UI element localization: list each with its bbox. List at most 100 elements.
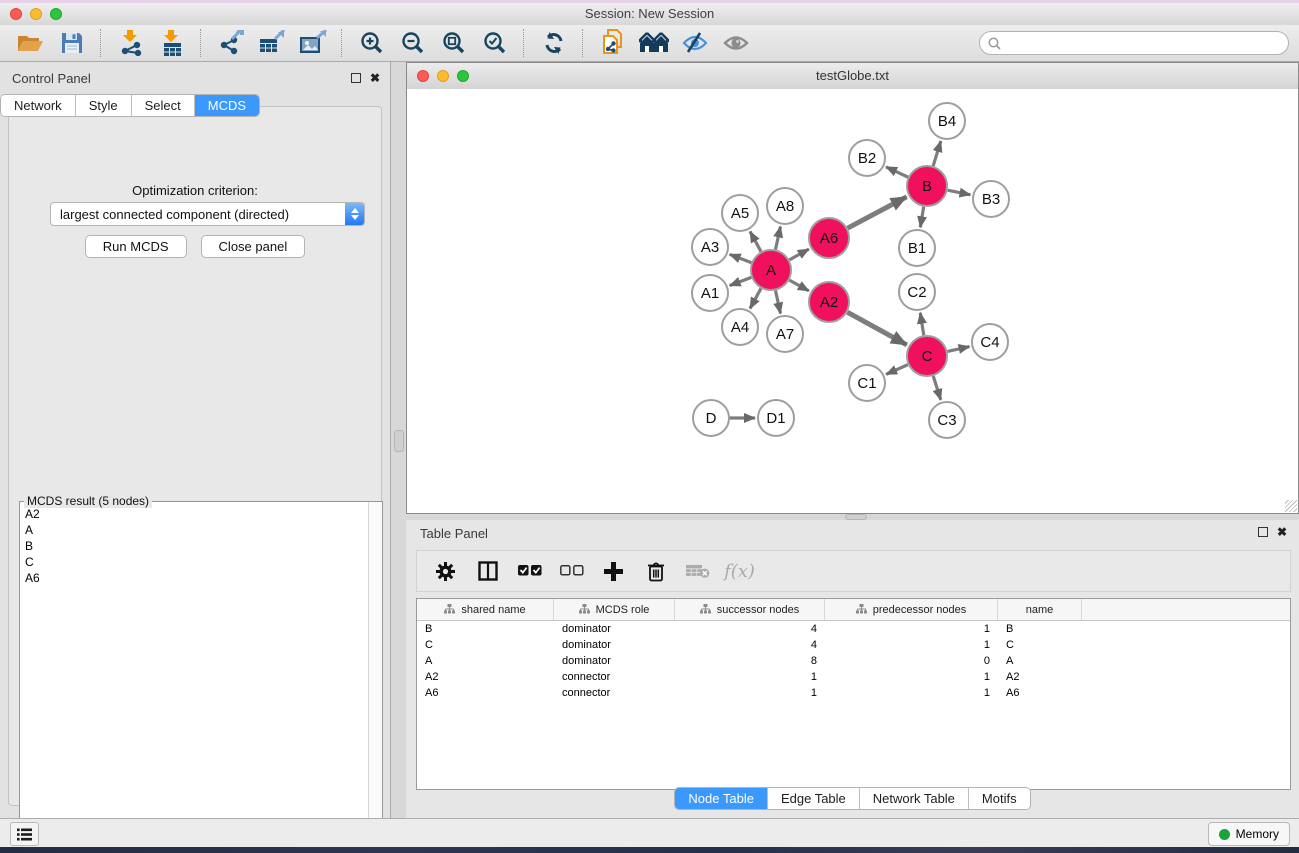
graph-edge-A-A6[interactable] (789, 249, 808, 260)
task-history-button[interactable] (10, 822, 39, 846)
network-canvas[interactable]: A A1 A2 A3 A4 A5 A6 A7 A8 B B1 B2 B3 B4 C C1 C2 C3 C4 D D1 (407, 89, 1298, 513)
graph-node-C3[interactable]: C3 (929, 402, 965, 438)
graph-node-C2[interactable]: C2 (899, 274, 935, 310)
save-session-button[interactable] (51, 27, 92, 59)
select-all-button[interactable] (513, 556, 546, 586)
mcds-result-item[interactable]: C (21, 554, 368, 570)
column-header-MCDS-role[interactable]: MCDS role (554, 599, 675, 620)
tab-network-table[interactable]: Network Table (860, 788, 969, 809)
column-header-successor-nodes[interactable]: successor nodes (675, 599, 825, 620)
result-scrollbar[interactable] (368, 502, 382, 839)
float-table-panel-icon[interactable] (1258, 527, 1268, 537)
graph-edge-A-A8[interactable] (775, 227, 780, 250)
search-field[interactable] (979, 31, 1289, 55)
network-window-titlebar[interactable]: testGlobe.txt (407, 63, 1298, 90)
graph-edge-B-B3[interactable] (948, 190, 971, 195)
zoom-fit-button[interactable] (433, 27, 474, 59)
hide-selected-button[interactable] (674, 27, 715, 59)
zoom-out-button[interactable] (392, 27, 433, 59)
table-settings-button[interactable] (429, 556, 462, 586)
graph-node-A2[interactable]: A2 (809, 282, 849, 322)
graph-edge-C-C1[interactable] (886, 365, 908, 375)
graph-edge-B-B2[interactable] (886, 167, 908, 177)
graph-edge-C-C4[interactable] (947, 347, 969, 352)
column-header-predecessor-nodes[interactable]: predecessor nodes (825, 599, 998, 620)
tab-style[interactable]: Style (76, 95, 132, 116)
table-row[interactable]: Adominator80A (417, 653, 1290, 669)
show-all-button[interactable] (715, 27, 756, 59)
table-row[interactable]: Bdominator41B (417, 621, 1290, 637)
graph-edge-A-A2[interactable] (789, 280, 808, 291)
table-row[interactable]: A6connector11A6 (417, 685, 1290, 701)
optimization-criterion-select[interactable]: largest connected component (directed) (50, 202, 365, 226)
close-panel-button[interactable]: Close panel (201, 235, 306, 258)
graph-edge-A2-C[interactable] (847, 312, 906, 345)
graph-node-A3[interactable]: A3 (692, 229, 728, 265)
graph-node-C[interactable]: C (907, 336, 947, 376)
vertical-splitter-handle[interactable] (394, 430, 404, 452)
graph-node-A6[interactable]: A6 (809, 218, 849, 258)
graph-node-A5[interactable]: A5 (722, 195, 758, 231)
graph-edge-B-B1[interactable] (920, 207, 923, 228)
graph-node-C4[interactable]: C4 (972, 324, 1008, 360)
graph-node-D[interactable]: D (693, 400, 729, 436)
tab-select[interactable]: Select (132, 95, 195, 116)
graph-edge-A-A1[interactable] (730, 277, 752, 285)
show-column-button[interactable] (471, 556, 504, 586)
graph-edge-B-B4[interactable] (933, 141, 941, 166)
memory-button[interactable]: Memory (1208, 822, 1290, 846)
tab-edge-table[interactable]: Edge Table (768, 788, 860, 809)
search-input[interactable] (1006, 35, 1280, 51)
mcds-result-item[interactable]: A6 (21, 570, 368, 586)
unselect-all-button[interactable] (555, 556, 588, 586)
export-network-button[interactable] (210, 27, 251, 59)
mcds-result-item[interactable]: A (21, 522, 368, 538)
graph-node-A4[interactable]: A4 (722, 309, 758, 345)
graph-edge-C-C2[interactable] (920, 313, 924, 336)
refresh-button[interactable] (533, 27, 574, 59)
import-table-button[interactable] (151, 27, 192, 59)
export-image-button[interactable] (292, 27, 333, 59)
column-header-shared-name[interactable]: shared name (417, 599, 554, 620)
graph-node-B4[interactable]: B4 (929, 103, 965, 139)
open-session-button[interactable] (10, 27, 51, 59)
import-network-button[interactable] (110, 27, 151, 59)
graph-node-B[interactable]: B (907, 166, 947, 206)
function-builder-button[interactable]: f(x) (723, 556, 756, 586)
mcds-result-item[interactable]: A2 (21, 506, 368, 522)
close-table-panel-icon[interactable]: ✖ (1277, 527, 1287, 537)
table-row[interactable]: A2connector11A2 (417, 669, 1290, 685)
delete-table-button[interactable] (681, 556, 714, 586)
graph-node-A8[interactable]: A8 (767, 188, 803, 224)
export-table-button[interactable] (251, 27, 292, 59)
tab-motifs[interactable]: Motifs (969, 788, 1030, 809)
zoom-in-button[interactable] (351, 27, 392, 59)
tab-network[interactable]: Network (1, 95, 76, 116)
add-row-button[interactable] (597, 556, 630, 586)
graph-edge-C-C3[interactable] (933, 376, 940, 400)
graph-node-B2[interactable]: B2 (849, 140, 885, 176)
graph-edge-A-A7[interactable] (775, 291, 780, 314)
graph-node-B3[interactable]: B3 (973, 181, 1009, 217)
window-resize-grip[interactable] (1285, 500, 1297, 512)
tab-mcds[interactable]: MCDS (195, 95, 259, 116)
graph-node-A7[interactable]: A7 (767, 316, 803, 352)
graph-node-B1[interactable]: B1 (899, 230, 935, 266)
graph-node-A[interactable]: A (751, 250, 791, 290)
graph-node-C1[interactable]: C1 (849, 365, 885, 401)
close-panel-icon[interactable]: ✖ (370, 73, 380, 83)
graph-edge-A-A3[interactable] (730, 254, 752, 262)
table-row[interactable]: Cdominator41C (417, 637, 1290, 653)
graph-node-D1[interactable]: D1 (758, 400, 794, 436)
graph-node-A1[interactable]: A1 (692, 275, 728, 311)
tab-node-table[interactable]: Node Table (675, 788, 768, 809)
zoom-selected-button[interactable] (474, 27, 515, 59)
graph-edge-A-A5[interactable] (750, 231, 761, 251)
home-layout-button[interactable] (633, 27, 674, 59)
float-panel-icon[interactable] (351, 73, 361, 83)
graph-edge-A-A4[interactable] (750, 288, 761, 308)
first-neighbors-button[interactable] (592, 27, 633, 59)
delete-row-button[interactable] (639, 556, 672, 586)
graph-edge-A6-B[interactable] (848, 197, 907, 228)
mcds-result-item[interactable]: B (21, 538, 368, 554)
